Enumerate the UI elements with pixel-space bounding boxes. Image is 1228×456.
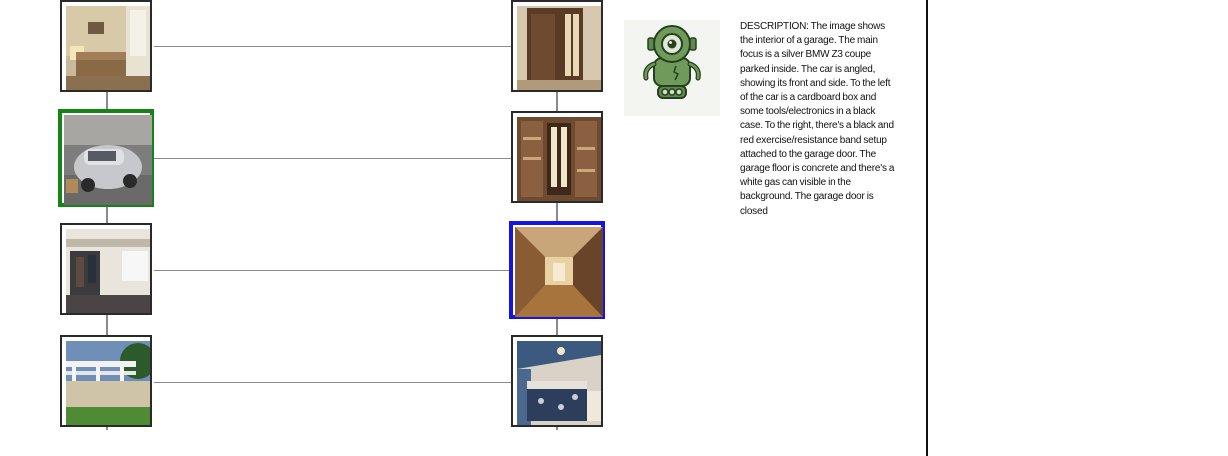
link-row-2	[154, 158, 511, 159]
garage-image	[64, 115, 152, 205]
thumb-living-room[interactable]	[60, 0, 152, 92]
closet-image	[517, 117, 601, 201]
link-row-4	[154, 382, 511, 383]
robot-icon	[624, 20, 720, 116]
thumb-hallway[interactable]	[509, 221, 605, 319]
front-door-image	[517, 6, 601, 90]
thumb-bedroom[interactable]	[511, 335, 603, 427]
mudroom-image	[66, 229, 150, 313]
link-row-3	[154, 270, 511, 271]
living-room-image	[66, 6, 150, 90]
thumb-closet[interactable]	[511, 111, 603, 203]
bedroom-image	[517, 341, 601, 425]
thumb-front-door[interactable]	[511, 0, 603, 92]
link-row-1	[154, 46, 511, 47]
thumb-garage[interactable]	[58, 109, 154, 207]
patio-pergola-image	[66, 341, 150, 425]
hallway-image	[515, 227, 603, 317]
thumb-mudroom[interactable]	[60, 223, 152, 315]
panel-divider	[926, 0, 928, 456]
image-description: DESCRIPTION: The image shows the interio…	[740, 21, 895, 217]
thumb-patio-pergola[interactable]	[60, 335, 152, 427]
